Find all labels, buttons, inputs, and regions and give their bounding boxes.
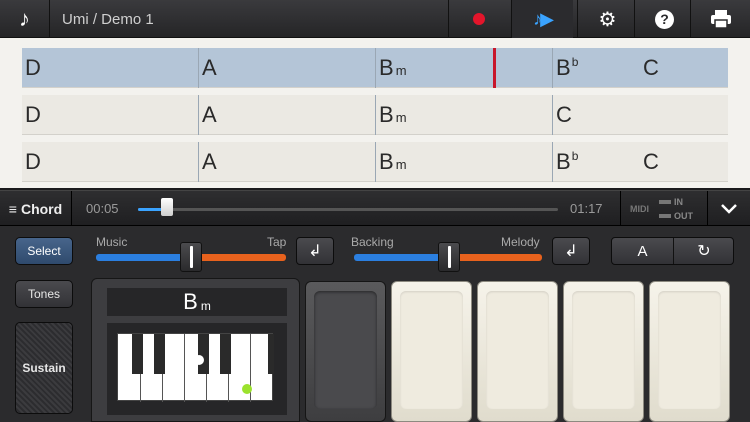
note-dot [194,355,204,365]
settings-button[interactable]: ⚙ [577,0,637,38]
chord-symbol: D [25,102,41,127]
chord-symbol: A [202,102,217,127]
transport-bar: ≡ Chord 00:05 01:17 MIDI IN OUT [0,190,750,227]
chord-symbol: A [202,55,217,80]
chord-symbol: D [25,149,41,174]
backing-label: Backing [351,235,394,249]
seek-thumb[interactable] [161,198,174,216]
chord-symbol: Bb [556,149,579,174]
midi-out: OUT [659,211,693,221]
chord-pad[interactable] [563,281,644,422]
chord-suffix: m [200,299,211,313]
backing-level [354,254,449,261]
chord-symbol: Bm [379,55,407,80]
sustain-button[interactable]: Sustain [15,322,73,414]
tap-label: Tap [267,235,287,249]
chord-pad-active[interactable] [305,281,386,422]
select-button[interactable]: Select [15,237,73,265]
chord-row[interactable]: D A Bm Bb C [22,48,728,88]
gear-icon: ⚙ [598,8,617,31]
chord-symbol: C [643,55,659,80]
melody-level [449,254,542,261]
music-level [96,254,192,261]
return-icon: ↲ [308,243,322,260]
chevron-down-icon[interactable] [708,191,750,227]
backing-melody-slider[interactable] [438,242,460,272]
chord-panel: Bm [91,278,300,422]
chord-bar[interactable]: A [198,95,375,135]
midi-indicator: MIDI IN OUT [620,191,708,227]
mode-label: Chord [20,201,63,217]
music-label: Music [96,235,128,249]
menu-icon: ≡ [8,201,17,217]
chord-bar[interactable]: A [198,48,375,88]
note-dot [144,384,154,394]
chord-bar[interactable]: C [552,95,728,135]
record-icon [472,13,485,25]
chord-bar[interactable]: D [22,142,198,182]
controls-panel: Select Tones Sustain Music Tap ↲ Backing… [0,226,750,422]
refresh-icon[interactable]: ↻ [674,238,734,264]
chord-mode-button[interactable]: ≡ Chord [0,191,72,227]
help-icon: ? [655,9,674,29]
chord-row[interactable]: D A Bm Bb C [22,142,728,182]
song-title: Umi / Demo 1 [62,11,154,28]
play-button[interactable]: ♪▶ [511,0,573,38]
chord-row[interactable]: D A Bm C [22,95,728,135]
midi-in: IN [659,197,683,207]
top-bar: ♪ Umi / Demo 1 ♪▶ ⚙ ? [0,0,750,38]
key-control: A ↻ [611,237,734,265]
chord-symbol: C [643,149,659,174]
playhead-cursor [493,48,496,88]
chord-bar[interactable]: Bb C [552,142,728,182]
chord-symbol: C [556,102,572,127]
chord-bar[interactable]: Bm [375,142,552,182]
chord-bar[interactable]: D [22,95,198,135]
chord-symbol: Bb [556,55,579,80]
chord-pad[interactable] [649,281,730,422]
music-note-icon[interactable]: ♪ [0,0,50,38]
bass-note-dot [242,384,252,394]
chord-bar[interactable]: Bm [375,95,552,135]
total-time: 01:17 [570,201,603,216]
midi-label: MIDI [630,204,649,214]
music-tap-slider[interactable] [180,242,202,272]
chord-bar[interactable]: Bb C [552,48,728,88]
print-button[interactable] [690,0,750,38]
chord-bar[interactable]: Bm [375,48,552,88]
chord-symbol: Bm [379,149,407,174]
key-button[interactable]: A [612,238,674,264]
seek-bar[interactable] [138,208,558,211]
chord-pad[interactable] [391,281,472,422]
backing-reset-button[interactable]: ↲ [552,237,590,265]
return-icon: ↲ [564,243,578,260]
chord-symbol: Bm [379,102,407,127]
play-notes-icon: ♪▶ [533,8,554,29]
chord-sheet[interactable]: D A Bm Bb C D A Bm C D A Bm Bb C [0,38,750,188]
current-time: 00:05 [86,201,119,216]
printer-icon [710,10,731,29]
chord-symbol: A [202,149,217,174]
app: ♪ Umi / Demo 1 ♪▶ ⚙ ? D A Bm Bb C D A Bm C D A Bm… [0,0,750,422]
chord-root: B [183,289,198,314]
current-chord: Bm [107,288,287,316]
melody-label: Melody [501,235,540,249]
mini-keyboard [117,333,274,402]
chord-pad[interactable] [477,281,558,422]
record-button[interactable] [448,0,508,38]
help-button[interactable]: ? [634,0,694,38]
keyboard-diagram [107,323,287,415]
chord-bar[interactable]: D [22,48,198,88]
tap-level [192,254,286,261]
chord-symbol: D [25,55,41,80]
chord-bar[interactable]: A [198,142,375,182]
music-reset-button[interactable]: ↲ [296,237,334,265]
tones-button[interactable]: Tones [15,280,73,308]
